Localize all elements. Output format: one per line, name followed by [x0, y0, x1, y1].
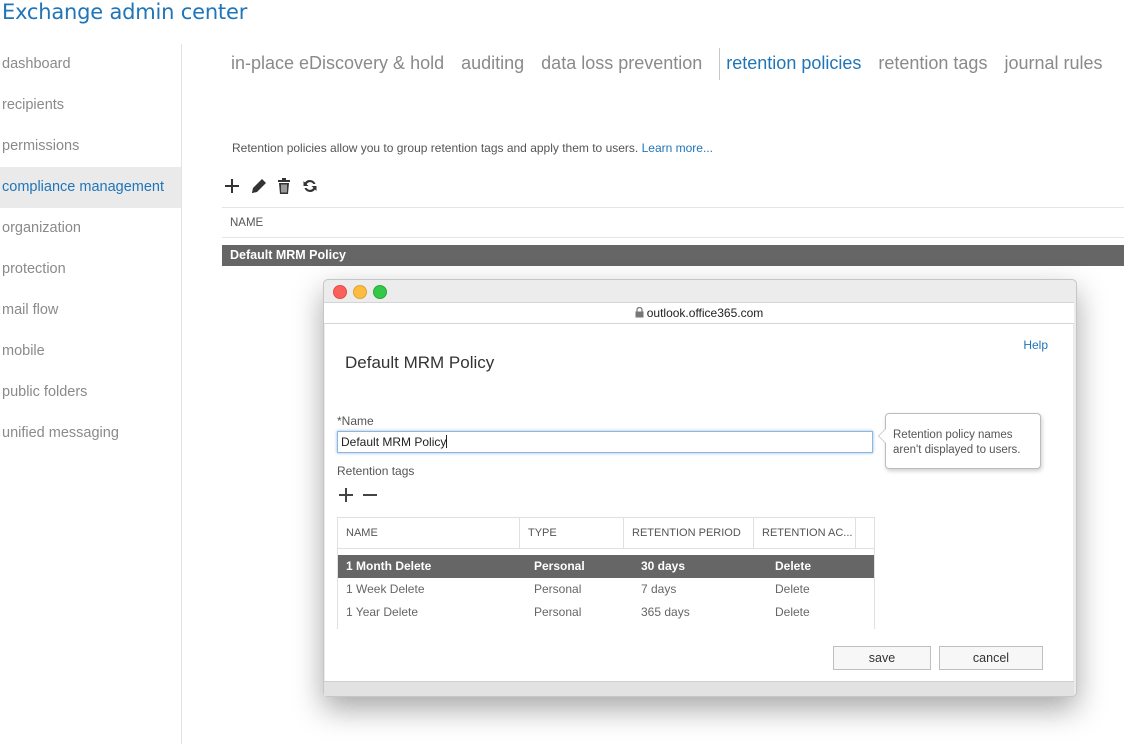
save-button[interactable]: save [833, 646, 931, 670]
help-link[interactable]: Help [1023, 338, 1048, 352]
table-row[interactable]: 1 Month Delete Personal 30 days Delete [338, 555, 874, 578]
lock-icon [635, 304, 644, 324]
page-description: Retention policies allow you to group re… [232, 141, 713, 155]
cell-action: Delete [775, 559, 812, 573]
nav-item-mail-flow[interactable]: mail flow [0, 290, 181, 331]
cancel-button[interactable]: cancel [939, 646, 1043, 670]
minimize-window-button[interactable] [353, 285, 367, 299]
nav-item-unified-messaging[interactable]: unified messaging [0, 413, 181, 454]
tab-retention-tags[interactable]: retention tags [878, 48, 1004, 80]
tab-data-loss-prevention[interactable]: data loss prevention [541, 48, 719, 80]
tab-in-place-ediscovery[interactable]: in-place eDiscovery & hold [231, 48, 461, 80]
nav-item-organization[interactable]: organization [0, 208, 181, 249]
cell-name: 1 Month Delete [346, 559, 432, 573]
edit-policy-window: outlook.office365.com Default MRM Policy… [323, 279, 1077, 697]
nav-item-public-folders[interactable]: public folders [0, 372, 181, 413]
left-navigation: dashboard recipients permissions complia… [0, 44, 182, 744]
dialog-body: Default MRM Policy Help *Name Default MR… [325, 324, 1073, 681]
url-bar[interactable]: outlook.office365.com [324, 302, 1074, 324]
close-window-button[interactable] [333, 285, 347, 299]
nav-item-protection[interactable]: protection [0, 249, 181, 290]
policy-list-header[interactable]: NAME [222, 207, 1124, 238]
cell-type: Personal [534, 605, 582, 619]
table-header: NAME TYPE RETENTION PERIOD RETENTION AC.… [338, 518, 874, 549]
column-header-retention-action[interactable]: RETENTION AC... [754, 518, 856, 548]
description-text: Retention policies allow you to group re… [232, 141, 639, 155]
cell-name: 1 Year Delete [346, 605, 419, 619]
top-tabs: in-place eDiscovery & hold auditing data… [231, 48, 1120, 80]
cell-action: Delete [775, 582, 810, 596]
tab-auditing[interactable]: auditing [461, 48, 541, 80]
cell-action: Delete [775, 605, 810, 619]
column-header-name[interactable]: NAME [338, 518, 520, 548]
nav-item-recipients[interactable]: recipients [0, 85, 181, 126]
cell-period: 7 days [641, 582, 677, 596]
retention-tags-toolbar [338, 487, 378, 508]
column-header-retention-period[interactable]: RETENTION PERIOD [624, 518, 754, 548]
table-row[interactable]: 1 Year Delete Personal 365 days Delete [338, 601, 874, 624]
add-icon[interactable] [223, 176, 241, 196]
name-tooltip: Retention policy names aren't displayed … [878, 413, 1041, 469]
edit-pencil-icon[interactable] [249, 176, 267, 196]
remove-tag-icon[interactable] [362, 487, 378, 508]
nav-item-mobile[interactable]: mobile [0, 331, 181, 372]
refresh-icon[interactable] [301, 176, 319, 196]
url-text: outlook.office365.com [646, 306, 764, 320]
cell-type: Personal [534, 559, 585, 573]
name-field-value: Default MRM Policy [341, 435, 447, 449]
cell-period: 30 days [641, 559, 686, 573]
retention-tags-table: NAME TYPE RETENTION PERIOD RETENTION AC.… [337, 517, 875, 629]
table-row[interactable]: Default MRM Policy [222, 245, 1124, 266]
cell-period: 365 days [641, 605, 690, 619]
name-label: *Name [337, 414, 374, 428]
table-row[interactable]: 1 Week Delete Personal 7 days Delete [338, 578, 874, 601]
nav-item-compliance-management[interactable]: compliance management [0, 167, 181, 208]
learn-more-link[interactable]: Learn more... [642, 141, 713, 155]
app-title: Exchange admin center [2, 0, 248, 24]
window-statusbar [324, 681, 1074, 696]
retention-tags-label: Retention tags [337, 464, 415, 478]
delete-trash-icon[interactable] [275, 176, 293, 196]
tab-retention-policies[interactable]: retention policies [719, 48, 878, 80]
column-header-spacer [856, 518, 874, 548]
dialog-title: Default MRM Policy [345, 353, 495, 372]
add-tag-icon[interactable] [338, 487, 354, 508]
policy-toolbar [223, 176, 319, 196]
cell-type: Personal [534, 582, 582, 596]
nav-item-permissions[interactable]: permissions [0, 126, 181, 167]
tab-journal-rules[interactable]: journal rules [1004, 48, 1119, 80]
window-titlebar[interactable] [324, 280, 1076, 302]
text-cursor [446, 435, 448, 448]
name-field[interactable]: Default MRM Policy [337, 431, 873, 453]
cell-name: 1 Week Delete [346, 582, 425, 596]
column-header-type[interactable]: TYPE [520, 518, 624, 548]
maximize-window-button[interactable] [373, 285, 387, 299]
nav-item-dashboard[interactable]: dashboard [0, 44, 181, 85]
